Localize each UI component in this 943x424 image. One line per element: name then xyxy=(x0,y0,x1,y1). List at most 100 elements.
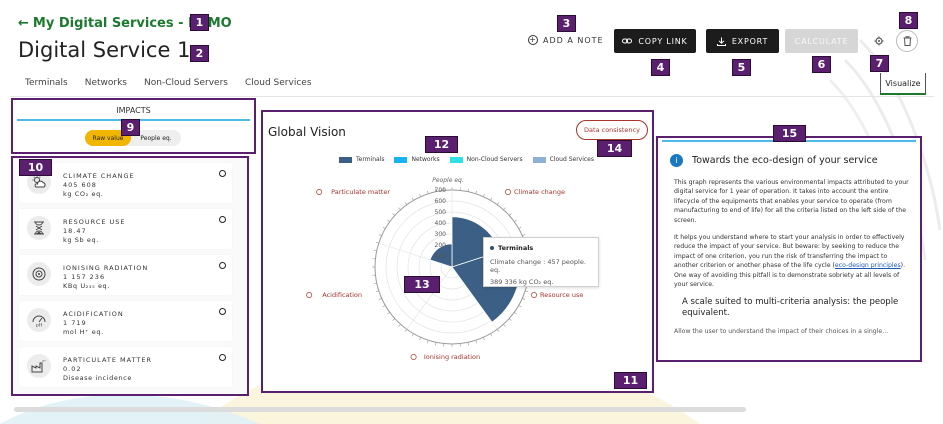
hourglass-icon xyxy=(27,216,51,240)
delete-button[interactable] xyxy=(896,30,918,52)
radiation-icon xyxy=(27,262,51,286)
category-label-text: Resource use xyxy=(540,291,583,299)
gear-icon xyxy=(874,36,884,46)
eco-design-info-panel: i Towards the eco-design of your service… xyxy=(656,136,922,362)
series-dot-icon xyxy=(490,246,494,250)
annotation-badge-5: 5 xyxy=(732,59,751,76)
calculate-button[interactable]: CALCULATE xyxy=(785,29,858,53)
outer-tick xyxy=(419,193,421,197)
outer-tick xyxy=(378,234,382,236)
impact-card-particulate-matter[interactable]: PARTICULATE MATTER 0.02 Disease incidenc… xyxy=(19,347,232,387)
outer-tick xyxy=(435,342,437,346)
outer-tick xyxy=(522,298,526,300)
tab-visualize[interactable]: Visualize xyxy=(880,73,926,95)
radial-tick-label: 500 xyxy=(435,209,447,216)
trash-icon xyxy=(903,36,911,46)
info-body: This graph represents the various enviro… xyxy=(674,178,910,337)
outer-tick xyxy=(475,190,478,194)
category-label[interactable]: Particulate matter xyxy=(316,188,391,196)
annotation-badge-11: 11 xyxy=(614,372,647,389)
download-icon xyxy=(716,37,726,46)
impacts-title: IMPACTS xyxy=(116,106,151,115)
info-icon: i xyxy=(670,154,683,167)
outer-tick xyxy=(373,250,377,252)
plus-circle-icon: + xyxy=(528,35,538,45)
annotation-badge-1: 1 xyxy=(190,14,209,31)
annotation-badge-6: 6 xyxy=(812,56,831,73)
impact-unit: kg Sb eq. xyxy=(63,236,99,244)
link-icon xyxy=(622,38,633,44)
outer-tick xyxy=(503,207,506,210)
outer-tick xyxy=(509,213,512,216)
settings-button[interactable] xyxy=(868,30,890,52)
impact-card-acidification[interactable]: pH ACIDIFICATION 1 719 mol H⁺ eq. xyxy=(19,301,232,341)
impact-radio[interactable] xyxy=(219,354,226,361)
category-label-text: Ionising radiation xyxy=(424,353,480,361)
info-title: Towards the eco-design of your service xyxy=(692,155,878,166)
category-label[interactable]: Ionising radiation xyxy=(410,353,480,361)
category-label-text: Climate change xyxy=(514,188,565,196)
outer-tick xyxy=(392,213,395,216)
outer-tick xyxy=(522,234,526,236)
annotation-badge-7: 7 xyxy=(870,55,889,72)
info-circle-icon xyxy=(410,354,417,360)
impact-unit: KBq U₂₃₅ eq. xyxy=(63,282,110,290)
impact-unit: Disease incidence xyxy=(63,374,132,382)
outer-tick xyxy=(373,282,377,284)
outer-tick xyxy=(411,197,414,201)
category-label[interactable]: Resource use xyxy=(531,291,583,299)
radial-tick-label: 300 xyxy=(435,231,447,238)
outer-tick xyxy=(378,298,382,300)
impact-radio[interactable] xyxy=(219,308,226,315)
impact-value: 18.47 xyxy=(63,227,87,235)
outer-tick xyxy=(490,197,493,201)
impact-name: RESOURCE USE xyxy=(63,218,126,226)
horizontal-scrollbar[interactable] xyxy=(14,407,746,412)
info-circle-icon xyxy=(531,292,537,298)
eco-design-principles-link[interactable]: eco-design principles xyxy=(835,262,901,269)
info-paragraph-3: Allow the user to understand the impact … xyxy=(674,328,889,336)
annotation-badge-2: 2 xyxy=(190,45,209,62)
outer-tick xyxy=(525,290,529,293)
impacts-list: CLIMATE CHANGE 405 608 kg CO₂ eq. RESOUR… xyxy=(11,156,249,396)
outer-tick xyxy=(514,312,517,315)
copy-link-button[interactable]: COPY LINK xyxy=(614,29,696,53)
radial-tick-label: 600 xyxy=(435,198,447,205)
radial-tick-label: 700 xyxy=(435,187,447,194)
export-button[interactable]: EXPORT xyxy=(706,29,779,53)
impact-card-resource-use[interactable]: RESOURCE USE 18.47 kg Sb eq. xyxy=(19,209,232,249)
service-tabs: Terminals Networks Non-Cloud Servers Clo… xyxy=(25,78,312,88)
category-label[interactable]: Climate change xyxy=(505,188,565,196)
outer-tick xyxy=(375,290,379,293)
svg-text:pH: pH xyxy=(36,323,42,328)
category-label-text: Particulate matter xyxy=(331,188,390,196)
tab-networks[interactable]: Networks xyxy=(85,78,127,88)
outer-tick xyxy=(475,340,478,344)
outer-tick xyxy=(503,324,506,327)
tab-non-cloud-servers[interactable]: Non-Cloud Servers xyxy=(144,78,228,88)
impact-radio[interactable] xyxy=(219,170,226,177)
outer-tick xyxy=(392,318,395,321)
info-circle-icon xyxy=(306,292,313,298)
impact-card-ionising-radiation[interactable]: IONISING RADIATION 1 157 236 KBq U₂₃₅ eq… xyxy=(19,255,232,295)
tab-cloud-services[interactable]: Cloud Services xyxy=(245,78,312,88)
ph-gauge-icon: pH xyxy=(27,308,51,332)
outer-tick xyxy=(490,333,493,337)
tab-terminals[interactable]: Terminals xyxy=(25,78,68,88)
arrow-left-icon: ← xyxy=(18,16,29,31)
impact-radio[interactable] xyxy=(219,262,226,269)
outer-tick xyxy=(387,219,390,222)
outer-tick xyxy=(497,329,500,332)
impact-value: 0.02 xyxy=(63,365,82,373)
radial-tick-label: 200 xyxy=(435,242,447,249)
outer-tick xyxy=(518,226,522,229)
factory-icon xyxy=(27,354,51,378)
add-note-button[interactable]: + ADD A NOTE xyxy=(528,35,604,45)
tooltip-title: Terminals xyxy=(498,244,534,252)
outer-tick xyxy=(509,318,512,321)
annotation-badge-14: 14 xyxy=(597,140,632,157)
category-label[interactable]: Acidification xyxy=(306,291,362,299)
impact-radio[interactable] xyxy=(219,216,226,223)
impact-unit: kg CO₂ eq. xyxy=(63,190,104,198)
info-circle-icon xyxy=(316,189,323,195)
